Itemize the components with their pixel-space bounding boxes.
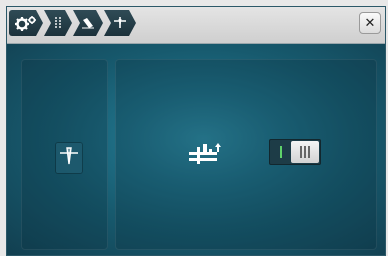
needle-position-icon (58, 145, 80, 171)
toggle-option-single[interactable] (271, 141, 291, 163)
content-area (7, 44, 385, 255)
breadcrumb-needle[interactable] (104, 10, 136, 36)
close-icon: ✕ (364, 15, 376, 31)
close-button[interactable]: ✕ (359, 12, 381, 34)
triple-bar-icon (299, 143, 311, 162)
breadcrumb (9, 10, 137, 36)
bobbin-thread-icon (187, 140, 223, 168)
needle-icon (112, 16, 128, 30)
thread-mode-toggle[interactable] (269, 139, 321, 165)
stitch-column-icon (53, 16, 63, 30)
right-panel (115, 59, 377, 250)
single-bar-icon (279, 143, 283, 162)
presser-foot-icon (81, 17, 95, 29)
needle-position-button[interactable] (56, 143, 82, 173)
toggle-option-triple[interactable] (291, 141, 319, 163)
settings-gears-icon (14, 15, 38, 31)
breadcrumb-presser-foot[interactable] (73, 10, 103, 36)
header-bar: ✕ (7, 7, 385, 44)
breadcrumb-stitch[interactable] (44, 10, 72, 36)
settings-window: ✕ (6, 6, 386, 256)
breadcrumb-settings[interactable] (9, 10, 43, 36)
